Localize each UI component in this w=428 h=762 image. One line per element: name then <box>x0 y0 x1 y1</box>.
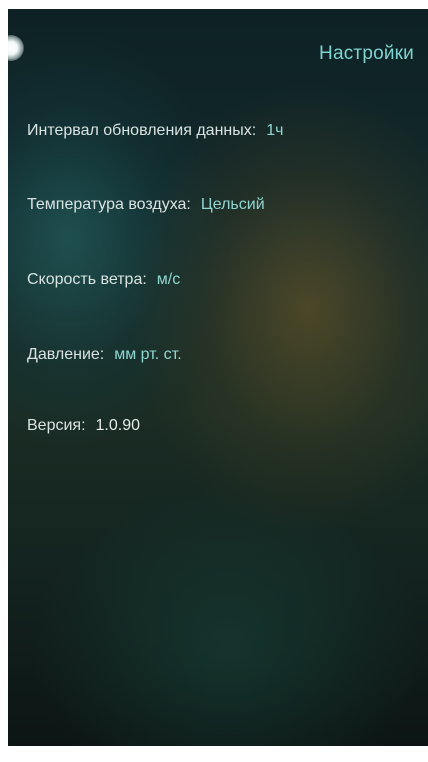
version-label: Версия: <box>27 417 86 434</box>
page-title: Настройки <box>319 43 414 64</box>
version-value: 1.0.90 <box>95 417 140 434</box>
update-interval-value[interactable]: 1ч <box>266 122 283 139</box>
setting-temperature-unit[interactable]: Температура воздуха: Цельсий <box>27 196 265 214</box>
setting-label: Давление: <box>27 346 105 363</box>
temperature-unit-value[interactable]: Цельсий <box>201 196 265 213</box>
setting-label: Температура воздуха: <box>27 196 191 213</box>
pressure-unit-value[interactable]: мм рт. ст. <box>114 346 181 363</box>
light-glow-decoration <box>8 35 24 61</box>
app-version: Версия: 1.0.90 <box>27 417 140 435</box>
setting-label: Скорость ветра: <box>27 271 147 288</box>
settings-screen: Настройки Интервал обновления данных: 1ч … <box>8 9 428 746</box>
setting-update-interval[interactable]: Интервал обновления данных: 1ч <box>27 122 283 140</box>
screenshot-frame: Настройки Интервал обновления данных: 1ч … <box>0 0 428 762</box>
setting-wind-speed-unit[interactable]: Скорость ветра: м/с <box>27 271 180 289</box>
wind-speed-unit-value[interactable]: м/с <box>157 271 180 288</box>
setting-pressure-unit[interactable]: Давление: мм рт. ст. <box>27 346 182 364</box>
setting-label: Интервал обновления данных: <box>27 122 257 139</box>
